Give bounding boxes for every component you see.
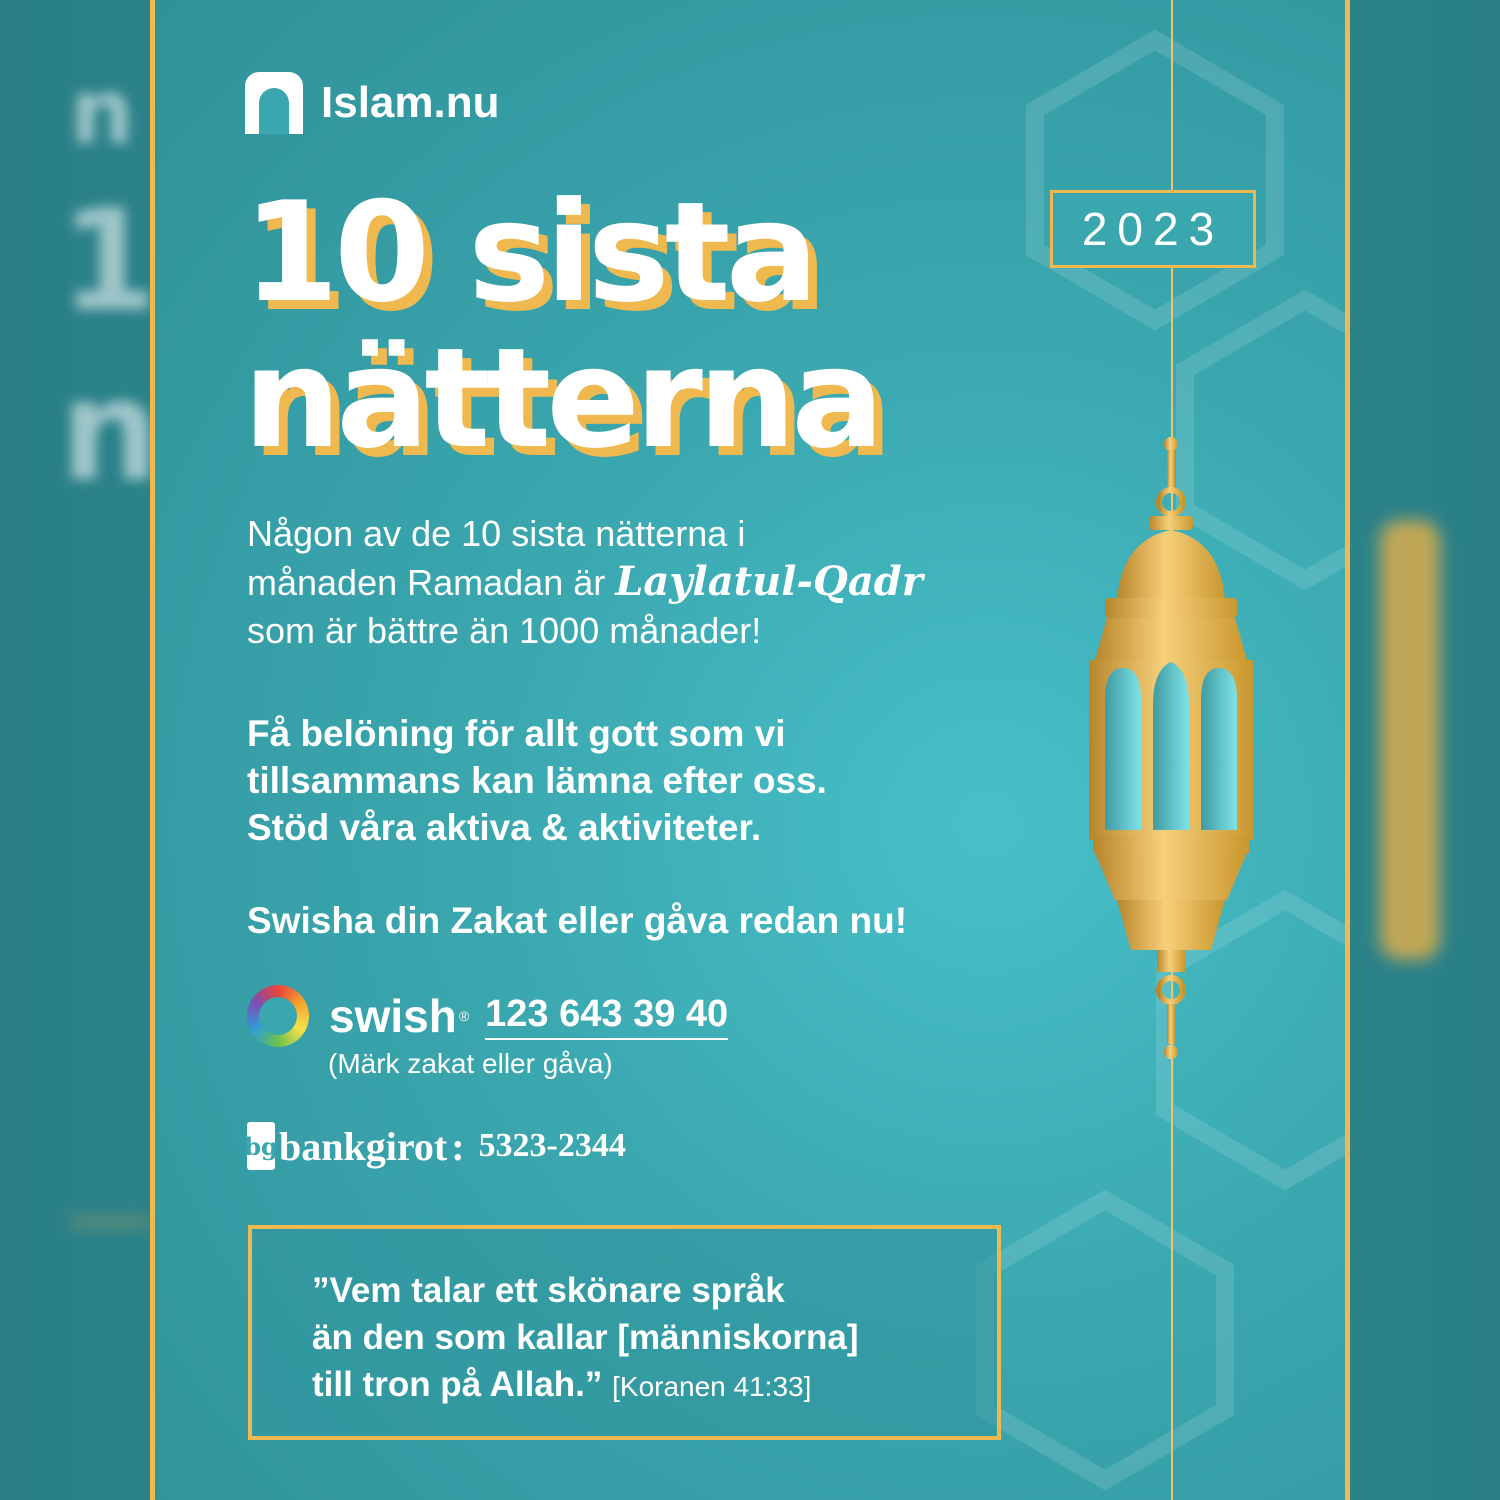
brand-logo: Islam.nu [245, 72, 500, 134]
blurred-headline-fragment: 1 [60, 180, 158, 343]
islam-nu-logo-icon [245, 72, 303, 134]
swish-registered-mark: ® [458, 1008, 470, 1024]
blurred-headline-fragment: n [60, 350, 160, 513]
blurred-lantern-fragment [1380, 520, 1440, 960]
blurred-box-fragment [70, 1220, 150, 1224]
year-badge: 2023 [1050, 190, 1256, 268]
bankgirot-logo-icon: bg [244, 1122, 278, 1170]
blurred-logo-fragment: n [70, 60, 135, 165]
quote-line1: ”Vem talar ett skönare språk [312, 1271, 785, 1310]
quote-source: [Koranen 41:33] [612, 1371, 812, 1402]
bankgiro-payment: bg bankgirot: 5323-2344 [244, 1122, 626, 1170]
swish-payment: swish ® 123 643 39 40 [247, 985, 729, 1047]
intro-line1: Någon av de 10 sista nätterna i [247, 513, 746, 554]
headline: 10 sista nätterna [243, 180, 884, 472]
quote-line2: än den som kallar [människorna] [312, 1318, 859, 1357]
headline-line1: 10 sista [243, 172, 819, 333]
reward-line2: tillsammans kan lämna efter oss. [247, 760, 827, 801]
headline-line2: nätterna [243, 318, 884, 479]
swish-logo-icon [247, 985, 309, 1047]
poster: Islam.nu 2023 10 sista nätterna Någon av… [150, 0, 1350, 1500]
quote-box: ”Vem talar ett skönare språk än den som … [248, 1225, 1001, 1440]
swish-word: swish [329, 990, 457, 1042]
reward-line1: Få belöning för allt gott som vi [247, 713, 786, 754]
bankgirot-colon: : [451, 1123, 465, 1169]
lantern-icon [1089, 437, 1253, 1059]
laylatul-qadr-text: Laylatul-Qadr [615, 558, 923, 605]
brand-name: Islam.nu [321, 78, 500, 127]
swish-number[interactable]: 123 643 39 40 [485, 993, 729, 1040]
swish-note: (Märk zakat eller gåva) [328, 1048, 613, 1079]
bankgirot-word: bankgirot [279, 1123, 448, 1169]
reward-line3: Stöd våra aktiva & aktiviteter. [247, 807, 762, 848]
quote-text: ”Vem talar ett skönare språk än den som … [312, 1267, 992, 1410]
intro-paragraph: Någon av de 10 sista nätterna i månaden … [247, 510, 1007, 655]
reward-paragraph: Få belöning för allt gott som vi tillsam… [247, 710, 1027, 851]
year-text: 2023 [1081, 203, 1225, 255]
intro-line2: månaden Ramadan är [247, 562, 616, 603]
intro-line3: som är bättre än 1000 månader! [247, 610, 762, 651]
bankgiro-number[interactable]: 5323-2344 [479, 1127, 626, 1165]
bankgirot-mark: bg [244, 1131, 278, 1161]
quote-line3: till tron på Allah.” [312, 1365, 603, 1404]
call-to-action: Swisha din Zakat eller gåva redan nu! [247, 900, 908, 941]
